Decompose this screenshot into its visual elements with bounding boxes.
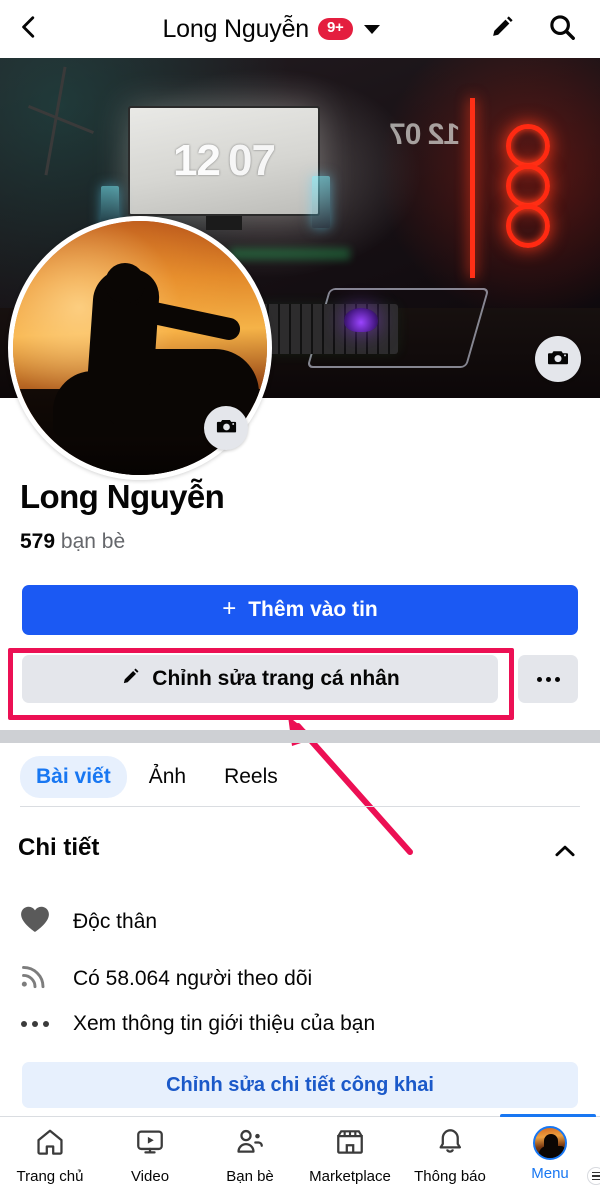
- hamburger-badge-icon: [587, 1167, 600, 1185]
- profile-name-dropdown[interactable]: Long Nguyễn 9+: [58, 15, 484, 44]
- nav-label: Trang chủ: [16, 1168, 84, 1185]
- nav-item-video[interactable]: Video: [100, 1126, 200, 1185]
- more-options-button[interactable]: [518, 655, 578, 703]
- top-app-bar: Long Nguyễn 9+: [0, 0, 600, 58]
- camera-icon: [546, 345, 570, 374]
- bell-icon: [434, 1126, 466, 1163]
- nav-item-home[interactable]: Trang chủ: [0, 1126, 100, 1185]
- profile-display-name: Long Nguyễn: [20, 478, 225, 515]
- monitor-screen: 12 07: [128, 106, 320, 216]
- hamburger-lines: [591, 1171, 600, 1182]
- tab-posts[interactable]: Bài viết: [20, 756, 127, 798]
- details-section-title: Chi tiết: [18, 834, 100, 861]
- nav-label: Thông báo: [414, 1168, 486, 1185]
- nav-item-notifications[interactable]: Thông báo: [400, 1126, 500, 1185]
- nav-item-marketplace[interactable]: Marketplace: [300, 1126, 400, 1185]
- mouse-decor: [344, 308, 378, 332]
- cover-photo-camera-button[interactable]: [535, 336, 581, 382]
- chevron-left-icon: [16, 14, 42, 45]
- add-to-story-button[interactable]: + Thêm vào tin: [22, 585, 578, 635]
- chevron-down-icon: [363, 24, 380, 34]
- edit-public-details-button[interactable]: Chỉnh sửa chi tiết công khai: [22, 1062, 578, 1108]
- nav-label: Menu: [531, 1165, 569, 1182]
- ellipsis-icon: [18, 1021, 52, 1027]
- edit-profile-label: Chỉnh sửa trang cá nhân: [152, 667, 400, 690]
- neon-ring-3: [506, 204, 550, 248]
- notification-badge: 9+: [318, 18, 353, 40]
- pencil-icon: [488, 13, 516, 46]
- chevron-up-icon: [552, 838, 578, 869]
- profile-picture-camera-button[interactable]: [204, 406, 248, 450]
- tab-photos[interactable]: Ảnh: [133, 756, 202, 798]
- nav-item-menu[interactable]: Menu: [500, 1126, 600, 1185]
- neon-ring-2: [506, 164, 550, 208]
- cover-clock-minutes: 07: [228, 136, 276, 185]
- detail-text: Xem thông tin giới thiệu của bạn: [73, 1012, 376, 1035]
- detail-row-relationship[interactable]: Độc thân: [18, 904, 157, 939]
- profile-tabs: Bài viết Ảnh Reels: [0, 750, 600, 804]
- search-button[interactable]: [544, 11, 580, 47]
- tabs-divider: [20, 806, 580, 807]
- facebook-profile-screen: Long Nguyễn 9+ 12 07 12 07 Long Nguyễn 5…: [0, 0, 600, 1195]
- keyboard-decor: [258, 304, 398, 354]
- search-icon: [547, 12, 577, 47]
- section-divider-band: [0, 730, 600, 743]
- nav-label: Bạn bè: [226, 1168, 274, 1185]
- marketplace-icon: [334, 1126, 366, 1163]
- nav-label: Marketplace: [309, 1168, 391, 1185]
- heart-icon: [18, 904, 52, 939]
- cable-decor-2: [27, 104, 95, 135]
- bottom-navigation-bar: Trang chủ Video Bạn bè Marketplace Thông…: [0, 1117, 600, 1195]
- details-collapse-button[interactable]: [548, 838, 582, 868]
- avatar-silhouette-bike: [539, 1146, 565, 1158]
- nav-item-friends[interactable]: Bạn bè: [200, 1126, 300, 1185]
- back-button[interactable]: [0, 0, 58, 58]
- page-title: Long Nguyễn: [162, 14, 309, 43]
- nav-label: Video: [130, 1168, 170, 1185]
- avatar-rider-head: [105, 263, 145, 303]
- edit-icon-button[interactable]: [484, 11, 520, 47]
- video-icon: [134, 1126, 166, 1163]
- detail-row-see-about[interactable]: Xem thông tin giới thiệu của bạn: [18, 1012, 375, 1036]
- ellipsis-icon: [536, 676, 560, 682]
- camera-icon: [215, 414, 238, 442]
- friends-icon: [234, 1126, 266, 1163]
- friends-label: bạn bè: [60, 530, 126, 553]
- detail-text: Độc thân: [73, 909, 158, 933]
- pencil-icon: [120, 666, 141, 693]
- cover-clock-hours: 12: [173, 136, 221, 185]
- detail-row-followers[interactable]: Có 58.064 người theo dõi: [18, 960, 312, 997]
- rss-icon: [18, 960, 52, 997]
- cover-mirror-text: 12 07: [390, 118, 461, 151]
- plus-icon: +: [222, 595, 237, 622]
- home-icon: [34, 1126, 66, 1163]
- avatar-menu-icon: [533, 1126, 567, 1160]
- crystal-decor-2: [312, 176, 330, 228]
- friends-count: 579: [20, 530, 56, 553]
- neon-bar-decor: [470, 98, 475, 278]
- friends-count-row[interactable]: 579 bạn bè: [20, 530, 125, 554]
- add-to-story-label: Thêm vào tin: [248, 598, 378, 621]
- edit-profile-button[interactable]: Chỉnh sửa trang cá nhân: [22, 655, 498, 703]
- neon-ring-1: [506, 124, 550, 168]
- tab-reels[interactable]: Reels: [208, 756, 294, 798]
- detail-text: Có 58.064 người theo dõi: [73, 966, 313, 990]
- top-bar-actions: [484, 11, 600, 47]
